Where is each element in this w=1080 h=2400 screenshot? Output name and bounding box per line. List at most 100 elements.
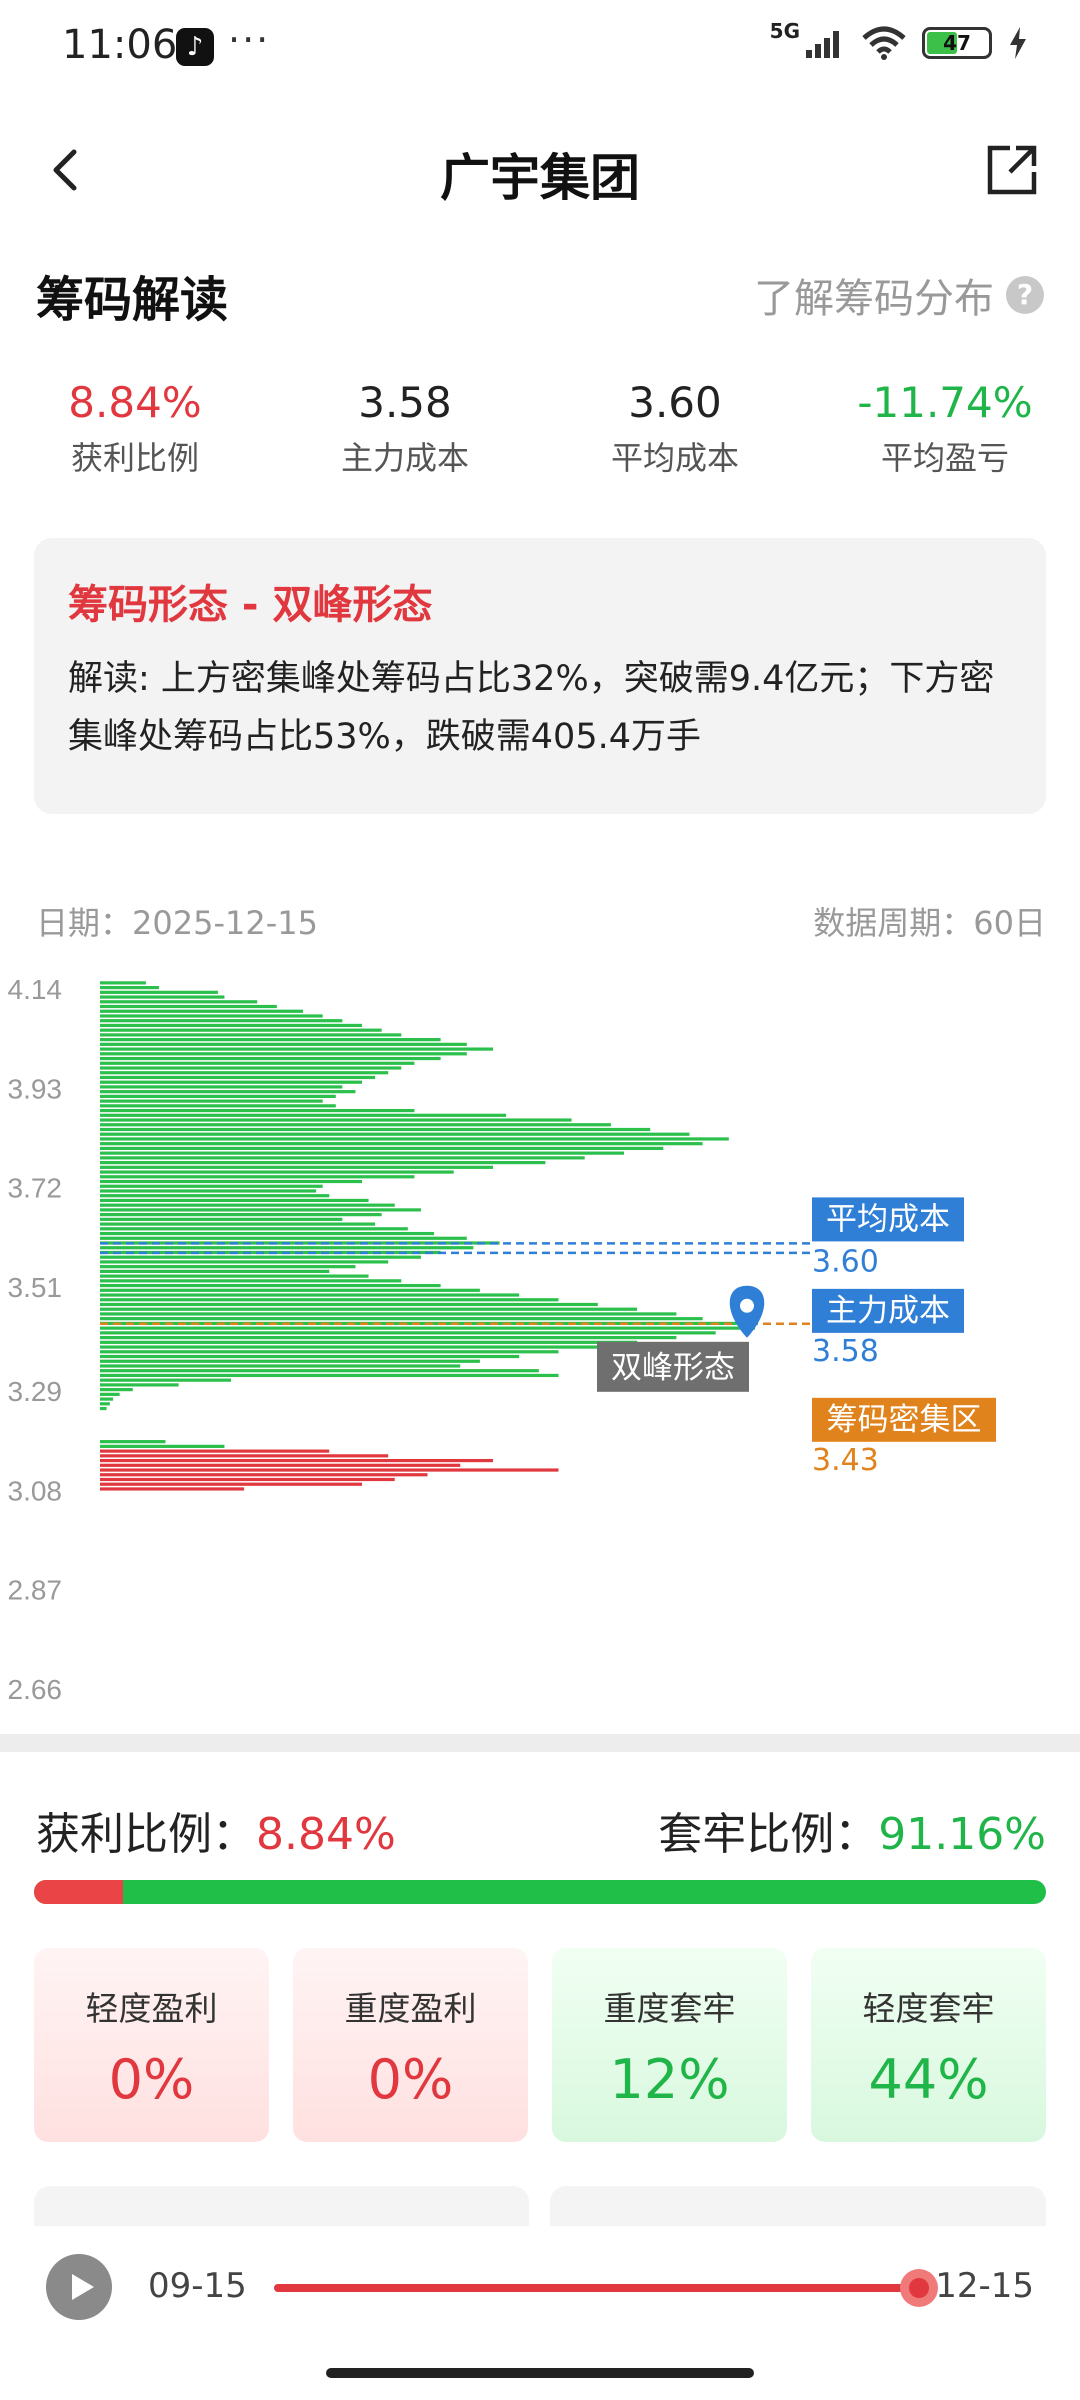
- chip-bar: [100, 1473, 428, 1477]
- timeline-thumb[interactable]: [900, 2269, 938, 2307]
- chip-bar: [100, 1127, 651, 1132]
- chip-bar: [100, 1236, 467, 1240]
- profit-ratio: 获利比例：8.84%: [36, 1798, 396, 1862]
- chip-bar: [100, 1260, 389, 1264]
- stat-label: 获利比例: [70, 439, 199, 477]
- stat-label: 平均成本: [610, 439, 739, 477]
- status-bar: 11:06 ♪ ··· 5G 47: [0, 0, 1080, 96]
- stat-label: 主力成本: [340, 439, 469, 477]
- home-indicator[interactable]: [326, 2368, 754, 2378]
- share-icon[interactable]: [982, 140, 1042, 200]
- chip-bar: [100, 1269, 330, 1273]
- tile-label: 重度盈利: [344, 1989, 477, 2028]
- chip-bar: [100, 1019, 343, 1023]
- chart-period[interactable]: 数据周期：60日: [813, 898, 1046, 944]
- chip-bar: [100, 1061, 415, 1065]
- stat-average-cost: 3.60 平均成本: [540, 378, 810, 488]
- dense-zone-tag-label: 筹码密集区: [827, 1402, 982, 1438]
- chip-bar: [100, 1274, 369, 1278]
- profit-loss-tiles: 轻度盈利 0% 重度盈利 0% 重度套牢 12% 轻度套牢 44%: [34, 1948, 1046, 2142]
- chip-bar: [100, 1175, 415, 1179]
- timeline-slider[interactable]: [274, 2269, 938, 2307]
- profit-ratio-bar: [34, 1880, 1046, 1904]
- chip-bar: [100, 1203, 395, 1207]
- tile-heavy-trapped[interactable]: 重度套牢 12%: [552, 1948, 787, 2142]
- chip-bar: [100, 981, 146, 985]
- chip-bar: [100, 1146, 664, 1151]
- chip-bar: [100, 1142, 703, 1146]
- chart-meta: 日期：2025-12-15 数据周期：60日: [36, 898, 1046, 944]
- chip-bar: [100, 1004, 277, 1009]
- trapped-ratio: 套牢比例：91.16%: [658, 1798, 1046, 1862]
- chip-bar: [100, 1364, 461, 1368]
- chip-bar: [100, 1463, 461, 1467]
- chip-bar: [100, 1397, 114, 1401]
- chip-bar: [100, 1137, 729, 1141]
- tile-value: 0%: [367, 2048, 454, 2111]
- learn-chip-distribution-link[interactable]: 了解筹码分布 ?: [754, 266, 1044, 324]
- chip-bar: [100, 1170, 454, 1174]
- chip-bar: [100, 990, 218, 994]
- chip-bar: [100, 1373, 559, 1378]
- tile-label: 轻度盈利: [85, 1989, 218, 2028]
- tile-heavy-profit[interactable]: 重度盈利 0%: [293, 1948, 528, 2142]
- chip-bar: [100, 1246, 474, 1250]
- tile-value: 0%: [108, 2048, 195, 2111]
- chip-bar: [100, 1052, 467, 1056]
- profit-ratio-label: 获利比例：: [36, 1809, 256, 1860]
- chip-bar: [100, 1265, 356, 1269]
- main-cost-tag-label: 主力成本: [826, 1293, 950, 1329]
- chip-bar: [100, 1014, 323, 1018]
- learn-link-label: 了解筹码分布: [754, 276, 994, 322]
- trapped-ratio-value: 91.16%: [878, 1809, 1046, 1860]
- chip-bar: [100, 1118, 572, 1122]
- chip-bar: [100, 1038, 441, 1042]
- chip-bar: [100, 1075, 376, 1080]
- chip-bar: [100, 1222, 376, 1226]
- dense-zone-value: 3.43: [812, 1443, 879, 1478]
- chip-bar: [100, 1255, 421, 1259]
- chip-bar: [100, 1312, 677, 1316]
- chip-bar: [100, 1336, 677, 1340]
- help-icon: ?: [1006, 276, 1044, 314]
- chip-bar: [100, 1293, 520, 1297]
- play-button[interactable]: [46, 2254, 112, 2320]
- chip-bar: [100, 1227, 408, 1231]
- timeline-end-date: 12-15: [935, 2266, 1034, 2306]
- tile-label: 重度套牢: [603, 1989, 736, 2028]
- battery-icon: 47: [922, 27, 992, 59]
- chip-bar: [100, 1283, 441, 1288]
- chip-bar: [100, 1444, 225, 1448]
- chip-bar: [100, 1449, 330, 1453]
- chip-bar: [100, 1094, 336, 1098]
- chip-bar: [100, 1189, 317, 1193]
- chip-bar: [100, 1383, 179, 1387]
- chip-bar: [100, 1090, 356, 1094]
- chip-bar: [100, 1307, 638, 1311]
- tile-light-trapped[interactable]: 轻度套牢 44%: [811, 1948, 1046, 2142]
- chip-bar: [100, 1208, 421, 1212]
- tile-light-profit[interactable]: 轻度盈利 0%: [34, 1948, 269, 2142]
- chip-bar: [100, 986, 159, 990]
- stat-value: 3.60: [628, 378, 722, 427]
- tile-value: 12%: [609, 2048, 730, 2111]
- chip-bar: [100, 1440, 166, 1444]
- chip-bar: [100, 1454, 389, 1458]
- chip-bar: [100, 1331, 716, 1335]
- chip-bar: [100, 1184, 323, 1188]
- charging-icon: [1010, 27, 1026, 59]
- timeline-player: 09-15 12-15: [0, 2226, 1080, 2346]
- y-tick-label: 4.14: [8, 974, 63, 1005]
- chip-bar: [100, 1066, 402, 1070]
- status-icons: 5G 47: [770, 19, 1028, 60]
- chip-bar: [100, 1388, 133, 1392]
- chip-bar: [100, 1279, 402, 1283]
- y-tick-label: 2.87: [8, 1575, 63, 1606]
- chart-date: 日期：2025-12-15: [36, 904, 318, 942]
- section-title: 筹码解读: [36, 272, 229, 328]
- chip-distribution-chart[interactable]: 4.14 3.93 3.72 3.51 3.29 3.08 2.87 2.66 平均成本 3.60…: [0, 950, 1080, 1720]
- status-time: 11:06: [62, 22, 178, 68]
- main-cost-value: 3.58: [812, 1334, 879, 1369]
- chip-bar: [100, 1477, 395, 1482]
- tile-value: 44%: [868, 2048, 989, 2111]
